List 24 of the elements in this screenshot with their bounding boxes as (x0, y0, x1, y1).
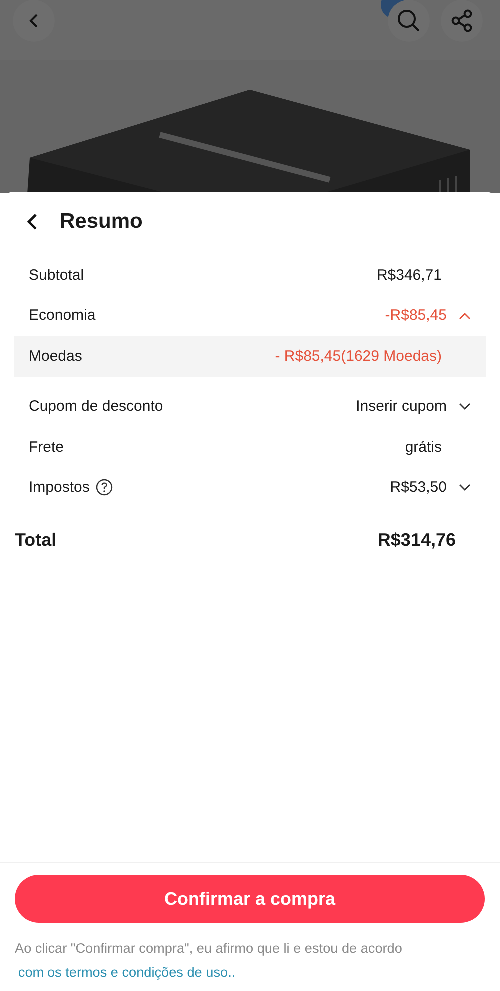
terms-link[interactable]: os termos e condições de uso.. (47, 965, 236, 980)
expand-icon[interactable] (459, 484, 471, 492)
row-label: Economia (29, 307, 96, 324)
row-value[interactable]: R$53,50 (390, 479, 447, 496)
terms-link[interactable]: com (18, 965, 44, 980)
row-value[interactable]: -R$85,45 (385, 307, 447, 324)
total-label: Total (15, 530, 57, 551)
back-button[interactable] (26, 213, 40, 231)
total-value: R$314,76 (378, 530, 456, 551)
row-label: Frete (29, 438, 64, 456)
row-value: - R$85,45(1629 Moedas) (275, 348, 442, 365)
row-label: Moedas (29, 348, 82, 365)
expand-icon[interactable] (459, 402, 471, 411)
help-icon[interactable] (96, 479, 113, 496)
row-value: grátis (405, 438, 442, 456)
collapse-icon[interactable] (459, 312, 471, 320)
confirm-button[interactable]: Confirmar a compra (15, 875, 485, 923)
row-value[interactable]: Inserir cupom (356, 398, 447, 416)
row-label: Subtotal (29, 266, 84, 284)
row-label: Impostos (29, 479, 90, 496)
row-label: Cupom de desconto (29, 398, 164, 416)
sheet-title: Resumo (60, 210, 143, 234)
row-value: R$346,71 (376, 266, 442, 284)
terms-notice: Ao clicar "Confirmar compra", eu afirmo que li e estou de acordo com os termos e condições de uso.. (15, 940, 404, 982)
